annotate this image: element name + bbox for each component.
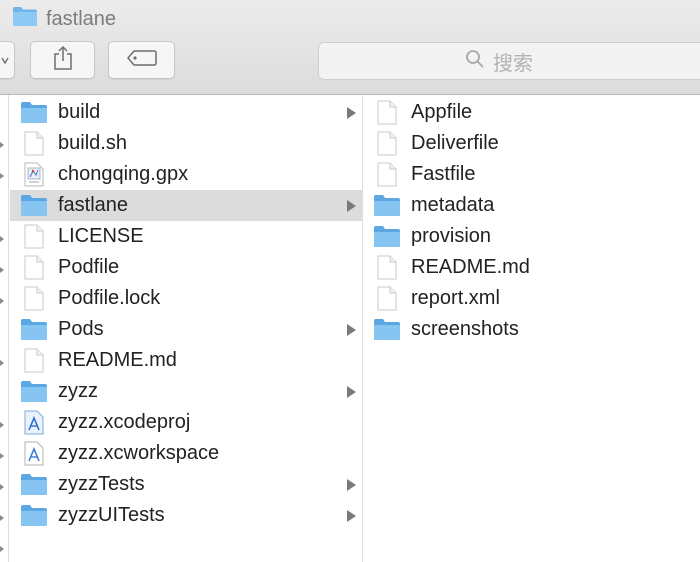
document-icon xyxy=(20,286,48,311)
chevron-down-icon xyxy=(1,54,9,72)
folder-icon xyxy=(20,317,48,342)
list-item-build-sh[interactable]: build.sh xyxy=(10,128,362,159)
list-item-label: Pods xyxy=(58,318,104,340)
folder-icon xyxy=(20,100,48,125)
list-item-zyzzuitests[interactable]: zyzzUITests xyxy=(10,500,362,531)
search-icon xyxy=(465,49,485,74)
list-item-label: zyzzTests xyxy=(58,473,145,495)
list-item-label: README.md xyxy=(58,349,177,371)
list-item-label: build xyxy=(58,101,101,123)
document-icon xyxy=(20,348,48,373)
list-item-pods[interactable]: Pods xyxy=(10,314,362,345)
list-item-label: report.xml xyxy=(411,287,500,309)
list-item-appfile[interactable]: Appfile xyxy=(363,97,700,128)
view-options-button[interactable] xyxy=(0,41,15,79)
list-item-label: Deliverfile xyxy=(411,132,499,154)
list-item-label: metadata xyxy=(411,194,495,216)
document-icon xyxy=(373,286,401,311)
disclosure-arrow-icon xyxy=(347,479,356,491)
browser-column-2[interactable]: Appfile Deliverfile Fastfile metadata provis… xyxy=(363,95,700,562)
list-item-build[interactable]: build xyxy=(10,97,362,128)
document-icon xyxy=(373,131,401,156)
list-item-deliverfile[interactable]: Deliverfile xyxy=(363,128,700,159)
list-item-zyzz[interactable]: zyzz xyxy=(10,376,362,407)
list-item-label: Fastfile xyxy=(411,163,476,185)
xcodeproj-icon xyxy=(20,410,48,435)
folder-icon xyxy=(373,193,401,218)
list-item-report-xml[interactable]: report.xml xyxy=(363,283,700,314)
folder-icon xyxy=(20,472,48,497)
list-item-provision[interactable]: provision xyxy=(363,221,700,252)
window-toolbar: fastlane 搜索 xyxy=(0,0,700,95)
list-item-label: Appfile xyxy=(411,101,473,123)
window-title: fastlane xyxy=(12,6,116,32)
share-button[interactable] xyxy=(30,41,95,79)
folder-icon xyxy=(373,224,401,249)
list-item-zyzztests[interactable]: zyzzTests xyxy=(10,469,362,500)
share-icon xyxy=(52,45,74,76)
disclosure-arrow-icon xyxy=(347,386,356,398)
disclosure-arrow-icon xyxy=(347,200,356,212)
folder-icon xyxy=(20,379,48,404)
document-icon xyxy=(20,224,48,249)
document-icon xyxy=(373,100,401,125)
browser-column-1[interactable]: build build.sh chongqing.gpx fastlane LICENS… xyxy=(10,95,363,562)
list-item-label: zyzz xyxy=(58,380,98,402)
list-item-label: provision xyxy=(411,225,492,247)
folder-icon xyxy=(373,317,401,342)
folder-icon xyxy=(20,193,48,218)
list-item-readme-md[interactable]: README.md xyxy=(10,345,362,376)
list-item-license[interactable]: LICENSE xyxy=(10,221,362,252)
document-icon xyxy=(373,255,401,280)
list-item-label: LICENSE xyxy=(58,225,144,247)
list-item-podfile-lock[interactable]: Podfile.lock xyxy=(10,283,362,314)
folder-icon xyxy=(20,503,48,528)
folder-icon xyxy=(12,6,38,32)
disclosure-arrow-icon xyxy=(347,107,356,119)
parent-column-edge xyxy=(0,95,9,562)
list-item-label: chongqing.gpx xyxy=(58,163,189,185)
list-item-label: build.sh xyxy=(58,132,127,154)
window-title-text: fastlane xyxy=(46,7,117,30)
search-placeholder: 搜索 xyxy=(493,52,533,75)
tag-icon xyxy=(126,49,158,72)
document-icon xyxy=(20,255,48,280)
list-item-zyzz-xcodeproj[interactable]: zyzz.xcodeproj xyxy=(10,407,362,438)
disclosure-arrow-icon xyxy=(347,510,356,522)
list-item-label: zyzz.xcworkspace xyxy=(58,442,220,464)
document-icon xyxy=(20,131,48,156)
list-item-label: zyzz.xcodeproj xyxy=(58,411,191,433)
list-item-zyzz-xcworkspace[interactable]: zyzz.xcworkspace xyxy=(10,438,362,469)
list-item-label: Podfile.lock xyxy=(58,287,161,309)
document-icon xyxy=(373,162,401,187)
list-item-podfile[interactable]: Podfile xyxy=(10,252,362,283)
gpx-file-icon xyxy=(20,162,48,187)
list-item-fastfile[interactable]: Fastfile xyxy=(363,159,700,190)
list-item-readme-md[interactable]: README.md xyxy=(363,252,700,283)
list-item-label: zyzzUITests xyxy=(58,504,165,526)
xcworkspace-icon xyxy=(20,441,48,466)
list-item-metadata[interactable]: metadata xyxy=(363,190,700,221)
list-item-fastlane[interactable]: fastlane xyxy=(10,190,362,221)
disclosure-arrow-icon xyxy=(347,324,356,336)
list-item-label: screenshots xyxy=(411,318,519,340)
list-item-label: README.md xyxy=(411,256,530,278)
search-field[interactable]: 搜索 xyxy=(318,42,700,80)
list-item-screenshots[interactable]: screenshots xyxy=(363,314,700,345)
list-item-label: fastlane xyxy=(58,194,129,216)
tags-button[interactable] xyxy=(108,41,175,79)
list-item-chongqing-gpx[interactable]: chongqing.gpx xyxy=(10,159,362,190)
list-item-label: Podfile xyxy=(58,256,120,278)
